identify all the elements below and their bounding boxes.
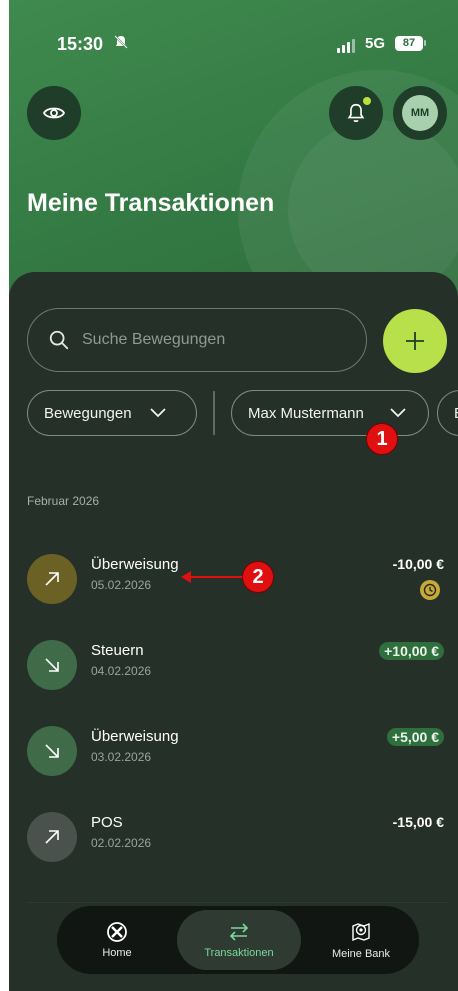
bell-slash-icon [113,34,129,54]
outgoing-arrow-icon [27,554,77,604]
header-banner: 15:30 5G 87 MM Meine Transaktionen [9,0,458,300]
transaction-title: POS [91,814,123,831]
chevron-down-icon [149,408,166,418]
filter-divider [213,391,215,435]
status-bar: 15:30 5G 87 [9,30,458,60]
annotation-marker-2: 2 [242,561,274,593]
list-divider [27,902,447,903]
outgoing-arrow-icon [27,812,77,862]
transaction-row[interactable]: Überweisung 03.02.2026 +5,00 € [9,726,458,786]
incoming-arrow-icon [27,640,77,690]
chevron-down-icon [390,408,406,418]
transaction-row[interactable]: POS 02.02.2026 -15,00 € [9,812,458,872]
transaction-amount: -15,00 € [392,814,444,830]
nav-label: Meine Bank [331,948,391,960]
filter-chip-label: Bewegungen [44,404,132,422]
search-input[interactable]: Suche Bewegungen [27,308,367,372]
nav-item-transactions[interactable]: Transaktionen [177,910,301,970]
bell-icon [347,103,365,123]
avatar: MM [402,95,438,131]
transaction-date: 05.02.2026 [91,578,152,592]
month-section-label: Februar 2026 [27,494,100,508]
network-type: 5G [365,35,386,52]
transaction-title: Steuern [91,642,144,659]
transaction-title: Überweisung [91,728,179,745]
home-icon [107,922,127,942]
app-screen: 15:30 5G 87 MM Meine Transaktionen Suche… [9,0,458,991]
transaction-row[interactable]: Steuern 04.02.2026 +10,00 € [9,640,458,700]
filter-chip-label: Max Mustermann [248,404,364,422]
page-title: Meine Transaktionen [27,189,275,217]
signal-icon [337,39,357,53]
battery-tip [424,40,426,46]
search-placeholder: Suche Bewegungen [82,331,226,348]
nav-label: Transaktionen [204,947,274,959]
annotation-arrow [189,576,243,578]
clock-icon [420,580,440,600]
battery-icon: 87 [395,36,423,51]
filter-chip-account-holder[interactable]: Max Mustermann [231,390,429,436]
nav-item-home[interactable]: Home [57,910,177,970]
transaction-amount: +10,00 € [379,642,444,660]
transaction-title: Überweisung [91,556,179,573]
filter-chip-label: B [454,405,458,422]
incoming-arrow-icon [27,726,77,776]
transaction-date: 02.02.2026 [91,836,152,850]
visibility-toggle-button[interactable] [27,86,81,140]
filter-chip-movements[interactable]: Bewegungen [27,390,197,436]
status-time: 15:30 [57,34,104,54]
plus-icon [406,332,424,350]
transaction-amount: -10,00 € [392,556,444,572]
nav-item-my-bank[interactable]: Meine Bank [301,910,421,970]
add-button[interactable] [383,309,447,373]
annotation-arrow-head [181,571,191,583]
annotation-marker-1: 1 [366,423,398,455]
search-icon [49,330,69,350]
transaction-date: 04.02.2026 [91,664,152,678]
content-sheet [9,272,458,991]
transaction-date: 03.02.2026 [91,750,152,764]
transaction-amount: +5,00 € [386,728,444,746]
nav-label: Home [102,947,132,959]
eye-icon [42,107,66,119]
bottom-navigation: Home Transaktionen Meine Bank [57,906,419,974]
transaction-row[interactable]: Überweisung 05.02.2026 -10,00 € [9,554,458,614]
swap-arrows-icon [229,923,249,941]
location-pin-icon [352,922,370,942]
notifications-button[interactable] [329,86,383,140]
notification-dot [363,97,371,105]
profile-button[interactable]: MM [393,86,447,140]
